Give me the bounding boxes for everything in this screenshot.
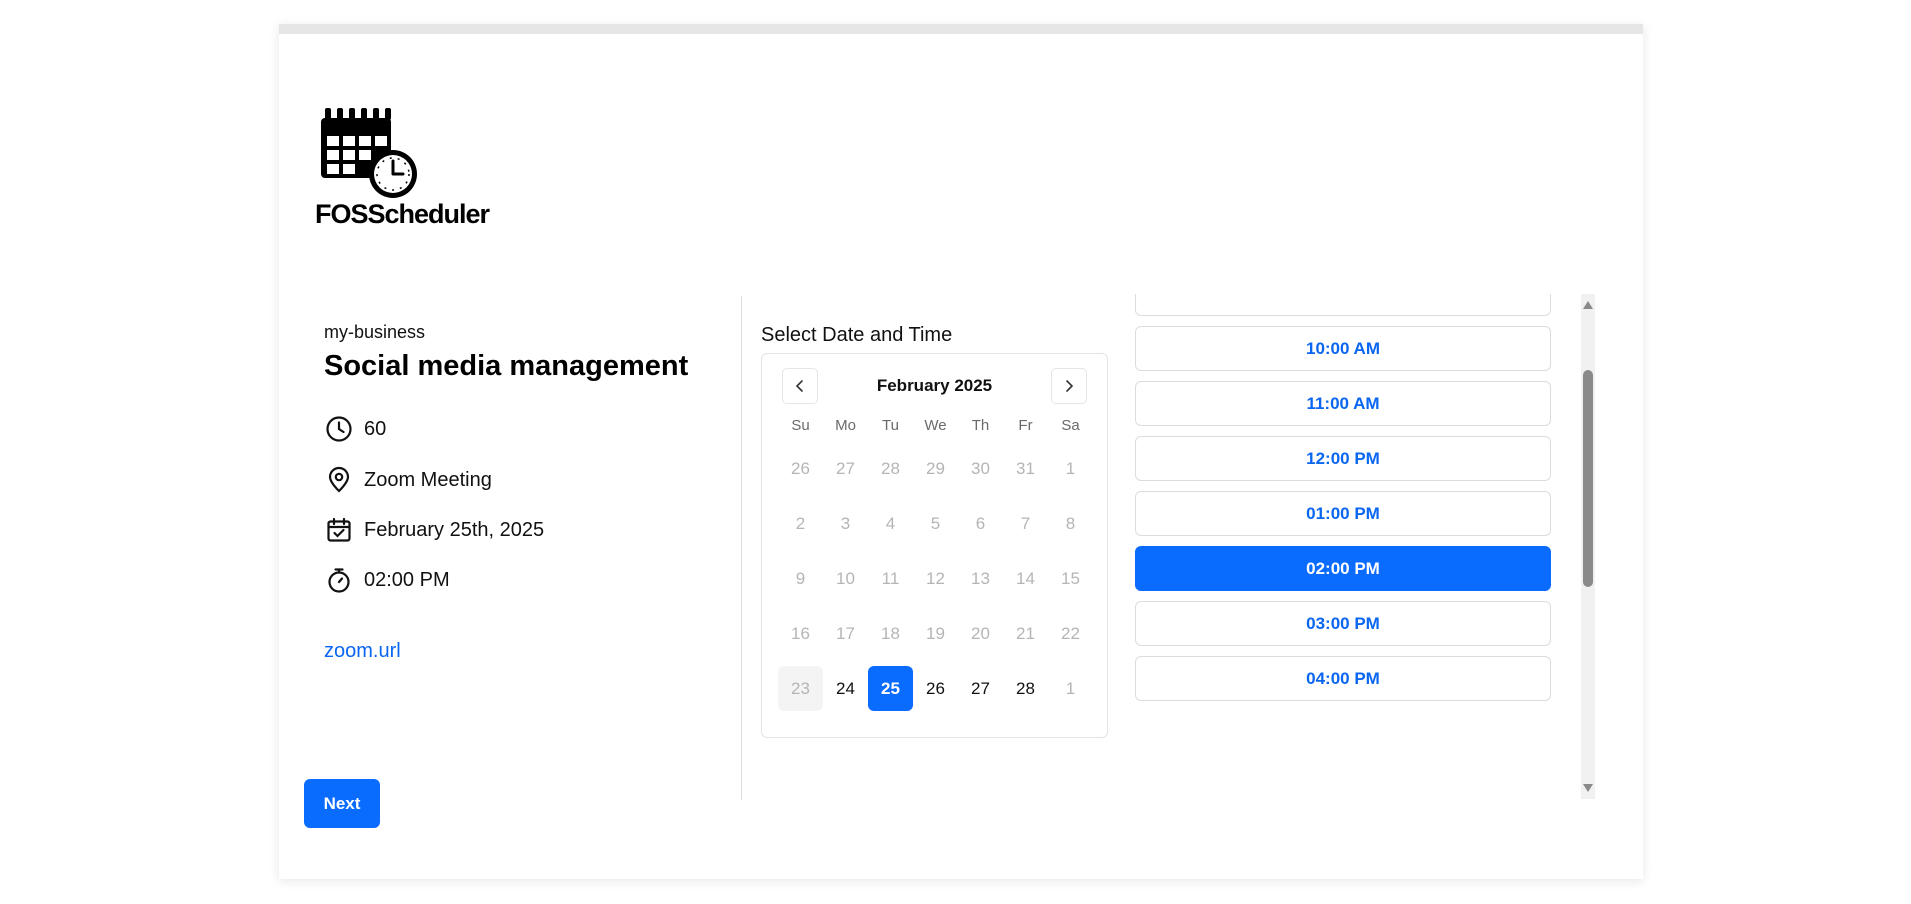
time-slot-list: 10:00 AM 11:00 AM 12:00 PM 01:00 PM 02:00 PM… [1135, 294, 1553, 799]
logo-text: FOSScheduler [315, 199, 490, 229]
calendar-day: 2 [795, 514, 806, 533]
time-value: 02:00 PM [364, 568, 450, 591]
time-slot[interactable]: 04:00 PM [1135, 656, 1551, 701]
calendar-day: 13 [971, 569, 990, 588]
weekday-label: We [924, 417, 947, 434]
chevron-right-icon [1066, 380, 1074, 392]
calendar-day: 5 [930, 514, 941, 533]
business-name: my-business [324, 322, 426, 342]
calendar-check-icon [324, 515, 354, 545]
next-button[interactable]: Next [304, 779, 380, 828]
calendar-day: 21 [1016, 624, 1035, 643]
calendar-day: 3 [840, 514, 851, 533]
calendar-day: 16 [791, 624, 810, 643]
calendar-day: 27 [836, 459, 855, 478]
time-slot[interactable]: 01:00 PM [1135, 491, 1551, 536]
triangle-down-icon [1583, 784, 1593, 792]
weekday-label: Sa [1061, 417, 1080, 434]
calendar-day: 6 [975, 514, 986, 533]
calendar-week-row: 23 24 25 26 27 28 1 [778, 661, 1093, 716]
weekday-label: Su [791, 417, 810, 434]
weekday-label: Th [971, 417, 990, 434]
clock-icon [324, 414, 354, 444]
calendar-day[interactable]: 27 [958, 666, 1003, 711]
calendar-day: 26 [791, 459, 810, 478]
calendar-day: 8 [1065, 514, 1076, 533]
calendar-day: 18 [881, 624, 900, 643]
scroll-up-arrow[interactable] [1581, 298, 1595, 312]
time-slot-scrollbar[interactable] [1581, 294, 1595, 799]
calendar-clock-logo-icon [321, 108, 417, 198]
location-pin-icon [324, 465, 354, 495]
fosscheduler-logo: FOSScheduler [315, 104, 490, 229]
calendar-day-selected[interactable]: 25 [868, 666, 913, 711]
weekday-label: Tu [882, 417, 899, 434]
top-bar [279, 24, 1643, 34]
weekday-label: Fr [1018, 417, 1033, 434]
calendar-day: 29 [926, 459, 945, 478]
calendar-day: 22 [1061, 624, 1080, 643]
calendar-grid: Su Mo Tu We Th Fr Sa 26 27 28 29 30 31 1 2 3 4 5 6 7 8 9 10 11… [778, 411, 1093, 716]
calendar-day: 9 [795, 569, 806, 588]
stopwatch-icon [324, 565, 354, 595]
duration-row: 60 [324, 414, 386, 444]
scroll-down-arrow[interactable] [1581, 781, 1595, 795]
weekday-label: Mo [835, 417, 856, 434]
calendar-day: 14 [1016, 569, 1035, 588]
calendar-day: 10 [836, 569, 855, 588]
calendar-week-row: 9 10 11 12 13 14 15 [778, 551, 1093, 606]
calendar-day[interactable]: 28 [1003, 666, 1048, 711]
time-slot[interactable]: 10:00 AM [1135, 326, 1551, 371]
scroll-thumb[interactable] [1583, 370, 1593, 587]
triangle-up-icon [1583, 301, 1593, 309]
location-value: Zoom Meeting [364, 468, 492, 491]
calendar-day: 30 [971, 459, 990, 478]
calendar-day[interactable]: 26 [913, 666, 958, 711]
calendar-day[interactable]: 24 [823, 666, 868, 711]
date-row: February 25th, 2025 [324, 515, 544, 545]
event-title: Social media management [324, 350, 689, 382]
column-divider [741, 296, 742, 800]
calendar-day: 1 [1065, 459, 1076, 478]
calendar-day: 11 [881, 569, 900, 588]
date-picker: February 2025 Su Mo Tu We Th Fr Sa 26 27 28 29 30 3… [761, 353, 1108, 738]
calendar-day: 23 [778, 666, 823, 711]
calendar-day: 12 [926, 569, 945, 588]
weekday-header: Su Mo Tu We Th Fr Sa [778, 411, 1093, 441]
time-slot[interactable]: 03:00 PM [1135, 601, 1551, 646]
calendar-day: 28 [881, 459, 900, 478]
next-month-button[interactable] [1051, 368, 1087, 404]
select-date-time-label: Select Date and Time [761, 324, 953, 346]
calendar-day: 7 [1020, 514, 1031, 533]
duration-value: 60 [364, 417, 387, 440]
calendar-week-row: 2 3 4 5 6 7 8 [778, 496, 1093, 551]
time-slot-selected[interactable]: 02:00 PM [1135, 546, 1551, 591]
calendar-day: 19 [926, 624, 945, 643]
calendar-week-row: 16 17 18 19 20 21 22 [778, 606, 1093, 661]
meeting-link[interactable]: zoom.url [324, 640, 401, 663]
time-slot[interactable]: 11:00 AM [1135, 381, 1551, 426]
calendar-day: 20 [971, 624, 990, 643]
time-row: 02:00 PM [324, 565, 450, 595]
calendar-day: 1 [1065, 679, 1076, 698]
calendar-day: 15 [1061, 569, 1080, 588]
calendar-day: 4 [885, 514, 896, 533]
booking-card: FOSScheduler my-business Social media ma… [279, 24, 1643, 879]
calendar-day: 17 [836, 624, 855, 643]
time-slot-partial[interactable] [1135, 294, 1551, 316]
time-slot[interactable]: 12:00 PM [1135, 436, 1551, 481]
date-value: February 25th, 2025 [364, 518, 545, 541]
location-row: Zoom Meeting [324, 465, 492, 495]
calendar-week-row: 26 27 28 29 30 31 1 [778, 441, 1093, 496]
calendar-day: 31 [1016, 459, 1035, 478]
